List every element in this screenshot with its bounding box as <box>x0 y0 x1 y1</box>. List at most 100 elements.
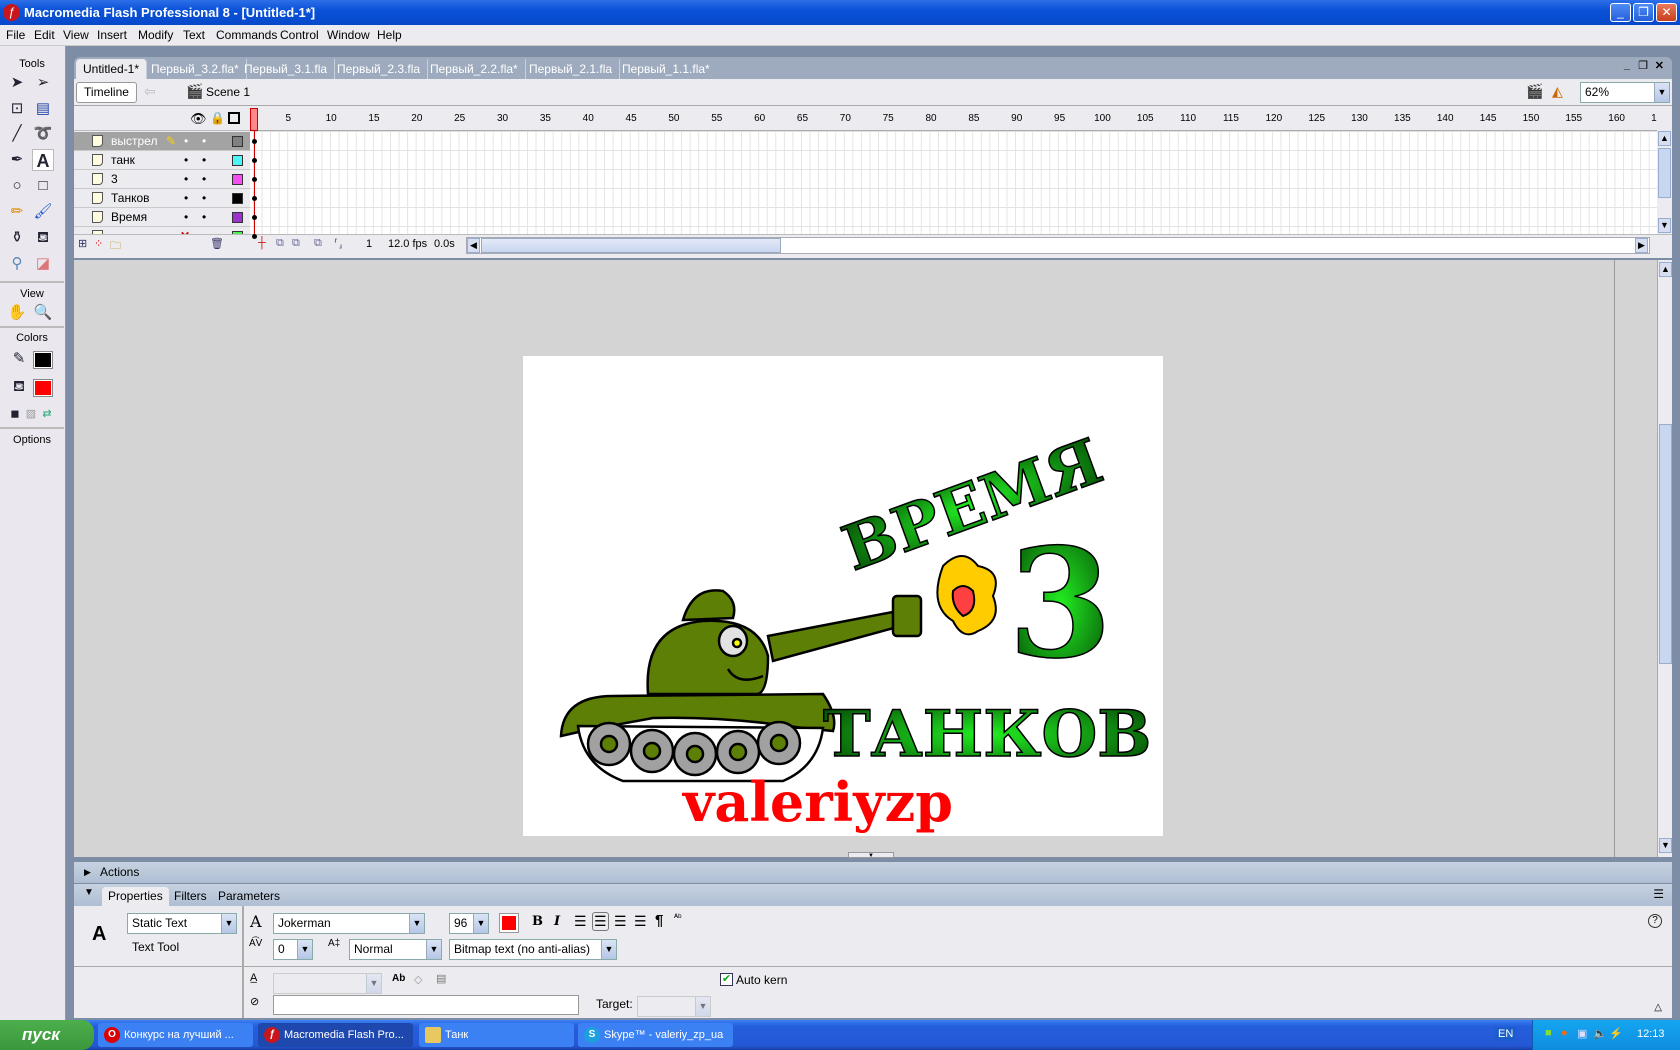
layer-row[interactable]: ✕• <box>74 227 250 234</box>
doc-minimize-button[interactable]: _ <box>1624 59 1630 71</box>
collapse-triangle-icon[interactable]: ▼ <box>84 887 94 898</box>
frame-ruler[interactable]: 1510152025303540455055606570758085909510… <box>250 108 1657 131</box>
icq-icon[interactable]: ● <box>1561 1027 1568 1039</box>
layer-row[interactable]: выстрел ✎ • • <box>74 132 250 151</box>
power-icon[interactable]: ⚡ <box>1609 1027 1623 1040</box>
line-tool-icon[interactable]: ╱ <box>6 123 28 145</box>
menu-view[interactable]: View <box>63 28 89 42</box>
layer-row[interactable]: 3 • • <box>74 170 250 189</box>
insert-folder-icon[interactable]: 🗀 <box>110 237 121 256</box>
modify-onion-markers-icon[interactable]: ⸢⸥ <box>334 237 343 250</box>
stage[interactable]: ВРЕМЯ 3 ТАНКОВ valeriyzp <box>523 356 1163 836</box>
add-motion-guide-icon[interactable]: ⁘ <box>94 237 103 250</box>
free-transform-tool-icon[interactable]: ⊡ <box>6 98 28 120</box>
rectangle-tool-icon[interactable]: □ <box>32 175 54 197</box>
layer-row[interactable]: танк • • <box>74 151 250 170</box>
edit-symbols-icon[interactable]: ◭ <box>1552 83 1563 100</box>
menu-file[interactable]: File <box>6 28 25 42</box>
render-html-icon[interactable]: ◇ <box>414 973 422 986</box>
visibility-dot[interactable]: • <box>184 189 188 207</box>
text-tool-icon[interactable]: A <box>32 149 54 171</box>
lock-dot[interactable]: • <box>202 208 206 226</box>
help-icon[interactable]: ? <box>1648 914 1662 928</box>
timeline-hscroll[interactable]: ◀ ▶ <box>466 237 1650 254</box>
justify-icon[interactable]: ☰ <box>634 913 647 930</box>
url-input[interactable] <box>273 995 579 1015</box>
subselection-tool-icon[interactable]: ➢ <box>32 72 54 94</box>
fill-color-swatch[interactable] <box>33 379 53 397</box>
eyedropper-tool-icon[interactable]: ⚲ <box>6 253 28 275</box>
scroll-down-button[interactable]: ▼ <box>1659 838 1672 853</box>
center-frame-icon[interactable]: ┼ <box>258 237 266 249</box>
scroll-thumb[interactable] <box>1659 424 1672 664</box>
menu-insert[interactable]: Insert <box>97 28 127 42</box>
menu-edit[interactable]: Edit <box>34 28 55 42</box>
italic-button[interactable]: I <box>554 914 560 929</box>
frames-area[interactable]: 1510152025303540455055606570758085909510… <box>250 108 1657 234</box>
back-arrow-icon[interactable]: ⇦ <box>144 83 156 100</box>
menu-control[interactable]: Control <box>280 28 319 42</box>
zoom-select[interactable]: 62% ▼ <box>1580 82 1670 103</box>
chevron-down-icon[interactable]: ▼ <box>1654 83 1669 102</box>
delete-layer-icon[interactable]: 🗑 <box>210 237 224 250</box>
doc-tab[interactable]: Untitled-1* <box>76 59 148 79</box>
lasso-tool-icon[interactable]: ➰ <box>32 123 54 145</box>
taskbar-item[interactable]: ƒ Macromedia Flash Pro... <box>258 1023 413 1047</box>
layer-outline-color[interactable] <box>232 193 243 204</box>
scroll-thumb[interactable] <box>481 238 781 253</box>
lock-dot[interactable]: • <box>202 132 206 150</box>
security-icon[interactable]: ■ <box>1545 1027 1552 1039</box>
keyframe[interactable] <box>252 234 257 239</box>
panel-options-icon[interactable]: ☰ <box>1653 887 1664 901</box>
layer-row[interactable]: Танков • • <box>74 189 250 208</box>
insert-layer-icon[interactable]: ⊞ <box>78 237 87 250</box>
menu-help[interactable]: Help <box>377 28 402 42</box>
layer-outline-color[interactable] <box>232 155 243 166</box>
scroll-up-button[interactable]: ▲ <box>1659 262 1672 277</box>
doc-close-button[interactable]: ✕ <box>1655 59 1664 72</box>
chevron-down-icon[interactable]: ▼ <box>221 914 236 933</box>
doc-tab[interactable]: Первый_3.2.fla* <box>144 59 247 79</box>
layer-outline-color[interactable] <box>232 174 243 185</box>
doc-tab[interactable]: Первый_2.1.fla <box>522 59 621 79</box>
layer-row[interactable]: Время • • <box>74 208 250 227</box>
letter-spacing-field[interactable]: 0 ▼ <box>273 939 313 960</box>
doc-restore-button[interactable]: ❐ <box>1638 59 1648 72</box>
tab-properties[interactable]: Properties <box>102 887 169 906</box>
scroll-down-button[interactable]: ▼ <box>1658 218 1671 233</box>
tab-parameters[interactable]: Parameters <box>212 887 286 906</box>
align-center-icon[interactable]: ☰ <box>592 912 609 931</box>
chevron-down-icon[interactable]: ▼ <box>601 940 616 959</box>
text-color-swatch[interactable] <box>499 913 519 933</box>
text-orientation-icon[interactable]: ᴬᵇ <box>674 912 681 922</box>
edit-multiple-frames-icon[interactable]: ⧉ <box>314 237 322 250</box>
oval-tool-icon[interactable]: ○ <box>6 175 28 197</box>
scroll-thumb[interactable] <box>1658 148 1671 198</box>
doc-tab[interactable]: Первый_2.2.fla* <box>423 59 526 79</box>
eraser-tool-icon[interactable]: ◪ <box>32 253 54 275</box>
bold-button[interactable]: B <box>532 914 543 929</box>
visibility-dot[interactable]: • <box>184 170 188 188</box>
restore-button[interactable]: ❐ <box>1633 3 1654 22</box>
taskbar-item[interactable]: S Skype™ - valeriy_zp_ua <box>578 1023 733 1047</box>
keyframe[interactable] <box>252 158 257 163</box>
font-size-field[interactable]: 96 ▼ <box>449 913 489 934</box>
keyframe[interactable] <box>252 215 257 220</box>
gradient-transform-tool-icon[interactable]: ▤ <box>32 98 54 120</box>
tab-filters[interactable]: Filters <box>168 887 213 906</box>
chevron-down-icon[interactable]: ▼ <box>409 914 424 933</box>
align-right-icon[interactable]: ☰ <box>614 913 627 930</box>
clock[interactable]: 12:13 <box>1637 1028 1665 1040</box>
doc-tab[interactable]: Первый_2.3.fla <box>330 59 429 79</box>
visibility-dot[interactable]: • <box>184 151 188 169</box>
hand-tool-icon[interactable]: ✋ <box>6 302 28 324</box>
char-position-select[interactable]: Normal ▼ <box>349 939 442 960</box>
text-type-select[interactable]: Static Text ▼ <box>127 913 237 934</box>
edit-scene-icon[interactable]: 🎬 <box>1526 83 1543 100</box>
lock-dot[interactable]: • <box>202 151 206 169</box>
brush-tool-icon[interactable]: 🖌 <box>32 201 54 223</box>
doc-tab[interactable]: Первый_1.1.fla* <box>615 59 717 79</box>
keyframe[interactable] <box>252 177 257 182</box>
visibility-dot[interactable]: • <box>184 132 188 150</box>
frame-grid[interactable] <box>250 131 1657 234</box>
